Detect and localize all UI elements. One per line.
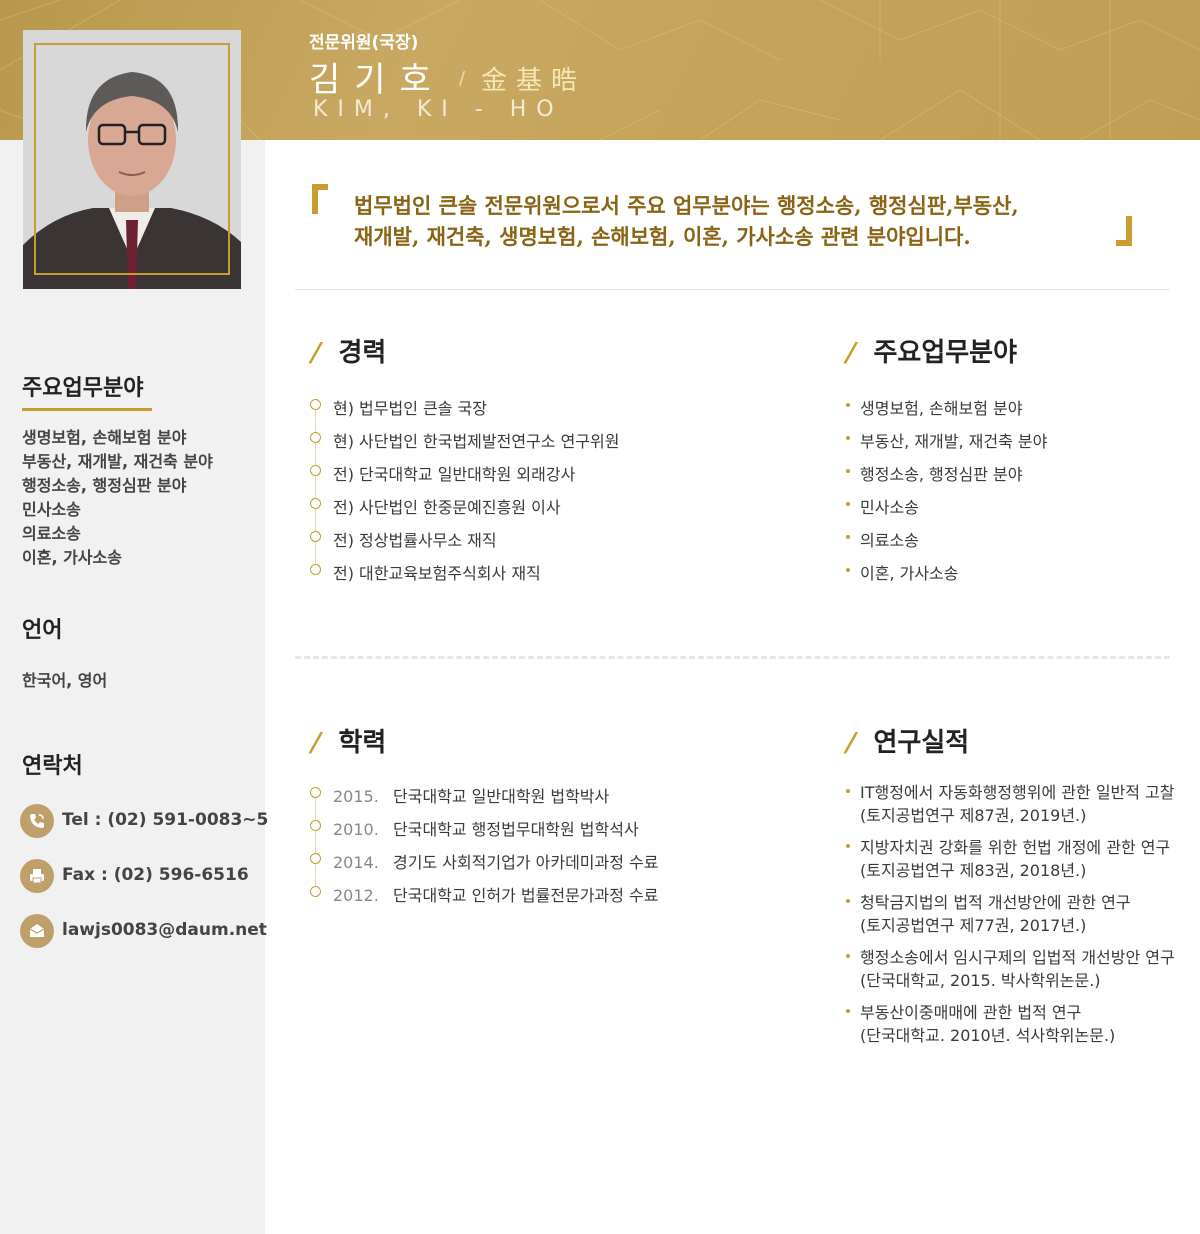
education-item: 2015. 단국대학교 일반대학원 법학박사 xyxy=(310,783,659,816)
practice-list: 생명보험, 손해보험 분야 부동산, 재개발, 재건축 분야 행정소송, 행정심… xyxy=(844,395,1047,593)
email-text: lawjs0083@daum.net xyxy=(62,920,267,940)
practice-item: 행정소송, 행정심판 분야 xyxy=(844,461,1047,494)
career-item: 현) 사단법인 한국법제발전연구소 연구위원 xyxy=(310,428,619,461)
fax-icon xyxy=(20,859,54,893)
sidebar-practice-item: 민사소송 xyxy=(22,500,81,519)
slash-mark: / xyxy=(842,338,860,368)
email-icon xyxy=(20,914,54,948)
dashed-divider xyxy=(295,656,1170,659)
phone-icon xyxy=(20,804,54,838)
career-item: 현) 법무법인 큰솔 국장 xyxy=(310,395,619,428)
name-korean: 김기호 xyxy=(309,60,445,100)
sidebar-contact-heading: 연락처 xyxy=(22,754,83,779)
research-heading: / 연구실적 xyxy=(842,728,970,758)
practice-item: 이혼, 가사소송 xyxy=(844,560,1047,593)
intro-quote: 법무법인 큰솔 전문위원으로서 주요 업무분야는 행정소송, 행정심판,부동산,… xyxy=(354,190,1124,252)
quote-open-bracket xyxy=(312,184,328,214)
education-item: 2010. 단국대학교 행정법무대학원 법학석사 xyxy=(310,816,659,849)
sidebar-practice-item: 행정소송, 행정심판 분야 xyxy=(22,476,187,495)
name-hanja: 金基晧 xyxy=(481,66,587,96)
quote-close-bracket xyxy=(1116,216,1132,246)
profile-photo xyxy=(23,30,241,289)
research-item: IT행정에서 자동화행정행위에 관한 일반적 고찰 (토지공법연구 제87권, 2… xyxy=(844,781,1175,836)
career-item: 전) 사단법인 한중문예진흥원 이사 xyxy=(310,494,619,527)
career-heading: / 경력 xyxy=(307,338,387,368)
job-title: 전문위원(국장) xyxy=(309,33,419,53)
research-list: IT행정에서 자동화행정행위에 관한 일반적 고찰 (토지공법연구 제87권, 2… xyxy=(844,781,1175,1056)
sidebar-practice-heading: 주요업무분야 xyxy=(22,370,152,411)
practice-item: 생명보험, 손해보험 분야 xyxy=(844,395,1047,428)
career-list: 현) 법무법인 큰솔 국장 현) 사단법인 한국법제발전연구소 연구위원 전) … xyxy=(310,395,619,593)
slash-mark: / xyxy=(307,728,325,758)
education-list: 2015. 단국대학교 일반대학원 법학박사 2010. 단국대학교 행정법무대학원… xyxy=(310,783,659,915)
research-item: 청탁금지법의 법적 개선방안에 관한 연구 (토지공법연구 제77권, 2017년… xyxy=(844,891,1175,946)
divider xyxy=(295,289,1170,290)
phone-text: Tel : (02) 591-0083~5 xyxy=(62,810,269,830)
sidebar-practice-item: 부동산, 재개발, 재건축 분야 xyxy=(22,452,213,471)
sidebar-practice-list: 생명보험, 손해보험 분야 부동산, 재개발, 재건축 분야 행정소송, 행정심… xyxy=(22,426,213,570)
language-value: 한국어, 영어 xyxy=(22,671,108,690)
slash-mark: / xyxy=(842,728,860,758)
fax-text: Fax : (02) 596-6516 xyxy=(62,865,249,885)
practice-item: 의료소송 xyxy=(844,527,1047,560)
career-item: 전) 단국대학교 일반대학원 외래강사 xyxy=(310,461,619,494)
career-item: 전) 정상법률사무소 재직 xyxy=(310,527,619,560)
name-romanized: KIM, KI - HO xyxy=(313,97,564,122)
career-item: 전) 대한교육보험주식회사 재직 xyxy=(310,560,619,593)
education-item: 2014. 경기도 사회적기업가 아카데미과정 수료 xyxy=(310,849,659,882)
research-item: 행정소송에서 임시구제의 입법적 개선방안 연구 (단국대학교, 2015. 박사… xyxy=(844,946,1175,1001)
sidebar-practice-item: 생명보험, 손해보험 분야 xyxy=(22,428,187,447)
sidebar-practice-item: 의료소송 xyxy=(22,524,81,543)
practice-item: 민사소송 xyxy=(844,494,1047,527)
education-item: 2012. 단국대학교 인허가 법률전문가과정 수료 xyxy=(310,882,659,915)
slash-mark: / xyxy=(307,338,325,368)
sidebar-practice-item: 이혼, 가사소송 xyxy=(22,548,122,567)
research-item: 지방자치권 강화를 위한 헌법 개정에 관한 연구 (토지공법연구 제83권, 2… xyxy=(844,836,1175,891)
quote-line: 법무법인 큰솔 전문위원으로서 주요 업무분야는 행정소송, 행정심판,부동산, xyxy=(354,193,1019,218)
name-separator: / xyxy=(459,68,466,89)
practice-item: 부동산, 재개발, 재건축 분야 xyxy=(844,428,1047,461)
education-heading: / 학력 xyxy=(307,728,387,758)
photo-frame xyxy=(34,43,230,275)
quote-line: 재개발, 재건축, 생명보험, 손해보험, 이혼, 가사소송 관련 분야입니다. xyxy=(354,224,971,249)
research-item: 부동산이중매매에 관한 법적 연구 (단국대학교. 2010년. 석사학위논문.) xyxy=(844,1001,1175,1056)
sidebar-language-heading: 언어 xyxy=(22,618,63,643)
practice-heading: / 주요업무분야 xyxy=(842,338,1018,368)
